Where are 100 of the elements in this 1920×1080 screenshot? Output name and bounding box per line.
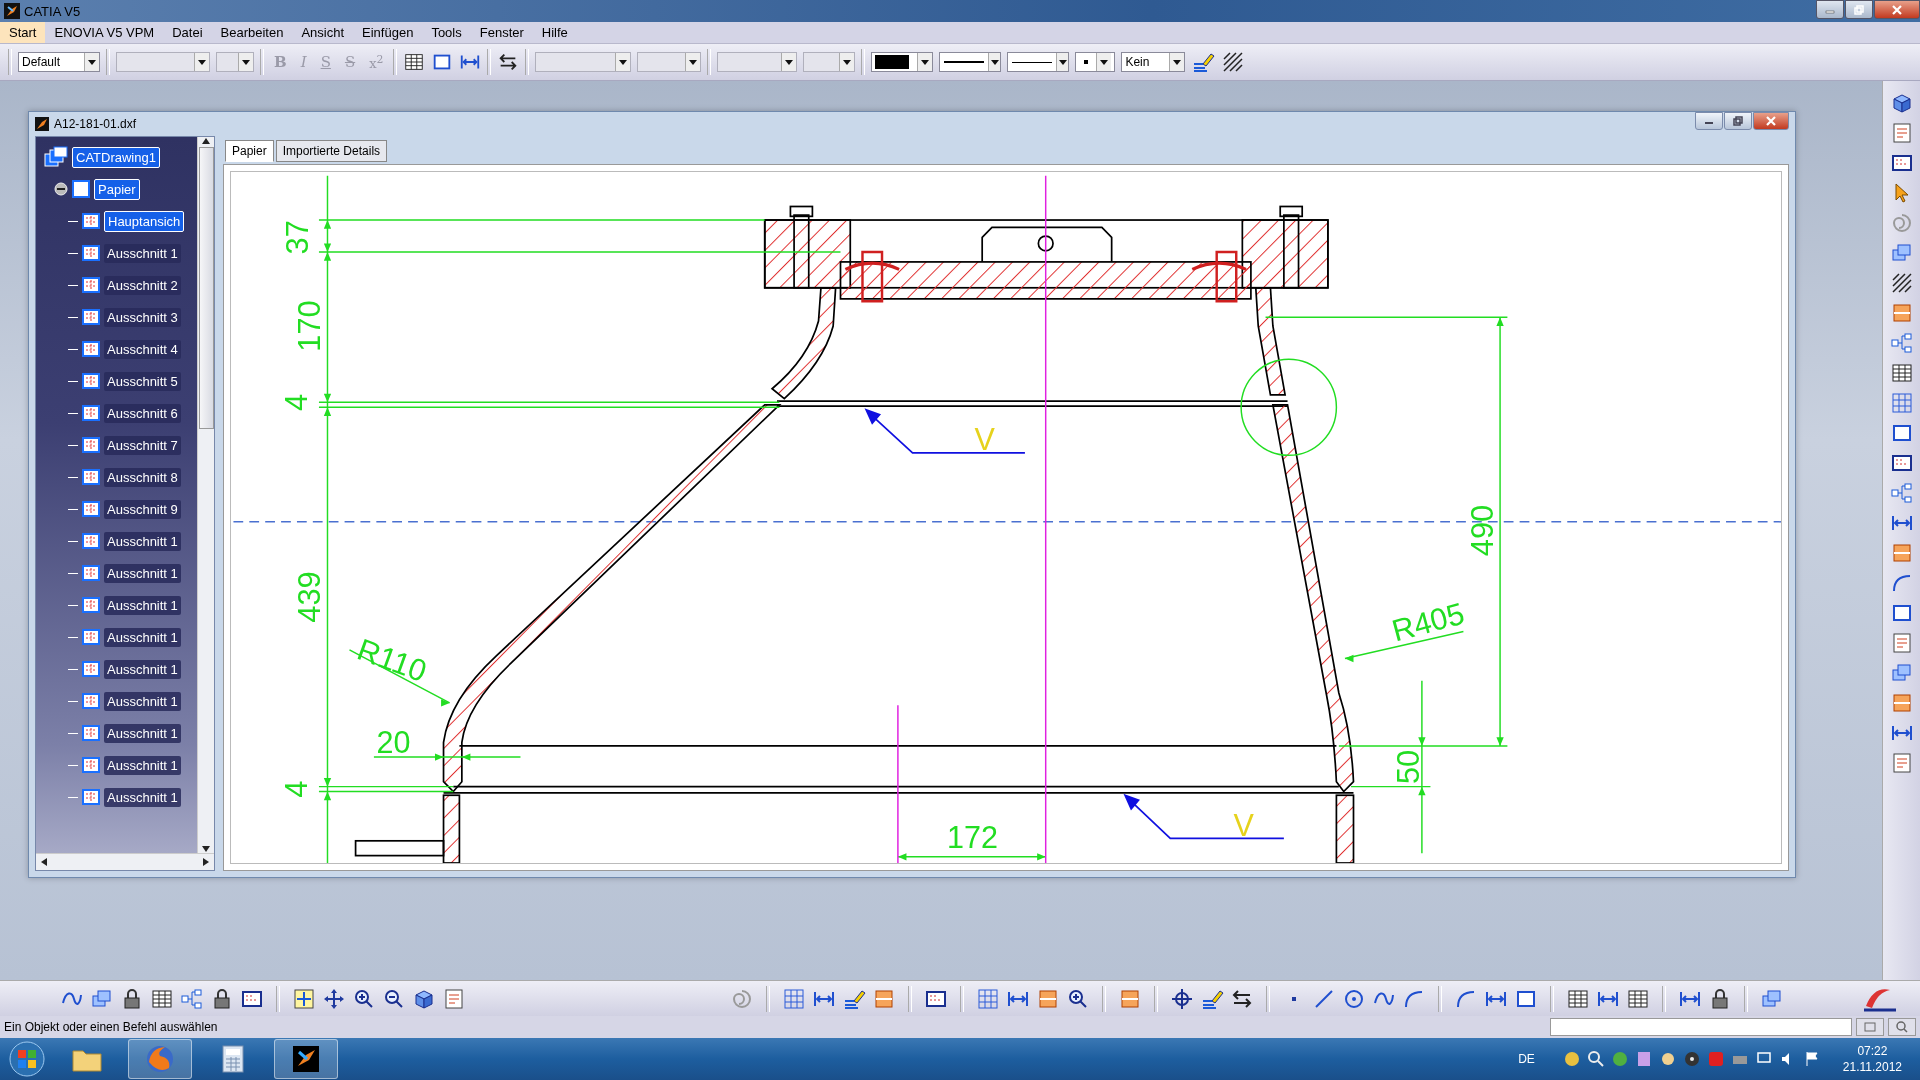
menu-item[interactable]: Tools [422,22,471,43]
sheet-tab[interactable]: Papier [225,140,274,162]
menu-item[interactable]: ENOVIA V5 VPM [45,22,164,43]
app-logo-icon [4,3,20,19]
tree-item[interactable]: Papier [94,178,140,200]
tree-item[interactable]: Ausschnitt 5 [104,371,181,391]
start-button[interactable] [8,1040,46,1078]
window-icon [1864,1022,1876,1032]
sheet-tab[interactable]: Importierte Details [275,140,388,162]
tree-item[interactable]: Ausschnitt 1 [104,659,181,679]
tree-icon[interactable] [180,986,204,1011]
table-icon[interactable] [403,51,426,73]
search-icon[interactable] [1586,1050,1605,1068]
view-icon [82,789,100,805]
dropdown-arrow-icon [843,59,852,65]
grid-icon[interactable] [782,986,806,1011]
color-combo[interactable] [871,52,934,72]
point-type-combo[interactable] [1075,52,1116,72]
minimize-button[interactable] [1695,112,1723,130]
tree-item[interactable]: CATDrawing1 [72,146,160,168]
collapse-toggle-icon[interactable] [54,182,68,196]
tree-item[interactable]: Ausschnitt 8 [104,467,181,487]
close-icon [1765,116,1777,126]
view-icon [82,533,100,549]
command-button[interactable] [1888,1018,1916,1036]
tree-item[interactable]: Ausschnitt 3 [104,307,181,327]
scroll-arrow-icon[interactable] [202,137,210,145]
tree-item[interactable]: Ausschnitt 1 [104,243,181,263]
disc-icon[interactable] [1682,1050,1701,1068]
restore-button[interactable] [1845,0,1873,19]
tree-item[interactable]: Ausschnitt 4 [104,339,181,359]
status-message: Ein Objekt oder einen Befehl auswählen [4,1020,219,1034]
dropdown-arrow-icon [242,59,250,65]
clock[interactable]: 07:22 21.11.2012 [1842,1043,1902,1075]
line-type-combo[interactable] [1007,52,1070,72]
sheet-icon[interactable] [442,986,466,1011]
restore-icon [1854,4,1864,15]
grid-icon[interactable] [1889,391,1914,415]
close-button[interactable] [1874,0,1920,19]
restore-button[interactable] [1724,112,1752,130]
tree-item[interactable]: Hauptansich [104,210,185,232]
dropdown-arrow-icon [785,59,794,65]
menu-item[interactable]: Bearbeiten [211,22,293,43]
view-icon [82,725,100,741]
menu-item[interactable]: Start [0,22,46,43]
tree-item[interactable]: Ausschnitt 1 [104,755,181,775]
tree-item[interactable]: Ausschnitt 1 [104,723,181,743]
close-button[interactable] [1753,112,1789,130]
view-icon [82,469,100,485]
menu-item[interactable]: Ansicht [292,22,354,43]
taskbar-app-button[interactable] [274,1039,338,1079]
tree-icon[interactable] [1889,331,1914,355]
sheet-icon [72,180,90,198]
browser-icon [145,1044,175,1074]
tree-item[interactable]: Ausschnitt 1 [104,595,181,615]
tree-item[interactable]: Ausschnitt 1 [104,787,181,807]
command-input-field[interactable] [1550,1018,1852,1036]
menu-item[interactable]: Einfügen [353,22,423,43]
style-combo[interactable]: Default [18,52,100,72]
tree-item[interactable]: Ausschnitt 1 [104,563,181,583]
dimension-label: R110 [353,631,432,688]
table-icon[interactable] [1889,361,1914,385]
fit-all-icon[interactable] [292,986,316,1011]
tree-item[interactable]: Ausschnitt 1 [104,691,181,711]
hatch-icon[interactable] [1221,50,1246,74]
tree-item[interactable]: Ausschnitt 7 [104,435,181,455]
menu-item[interactable]: Hilfe [532,22,577,43]
dimension-label: 4 [278,393,313,411]
font-size-combo[interactable] [216,52,254,72]
surface-finish-mark: V [1233,807,1254,842]
grid-icon[interactable] [976,986,1000,1011]
restore-icon [1733,116,1743,126]
dropdown-arrow-icon [990,59,999,65]
view-icon [82,213,100,229]
tree-icon[interactable] [1889,481,1914,505]
tree-item[interactable]: Ausschnitt 9 [104,499,181,519]
menu-item[interactable]: Fenster [470,22,533,43]
crosshair-icon[interactable] [1170,986,1194,1011]
view-icon [82,693,100,709]
dimension-label: 37 [280,220,314,255]
language-indicator[interactable]: DE [1518,1052,1535,1066]
dropdown-arrow-icon [198,59,206,65]
menu-item[interactable]: Datei [163,22,212,43]
dropdown-arrow-icon [689,59,698,65]
view-icon [82,629,100,645]
tree-item[interactable]: Ausschnitt 2 [104,275,181,295]
calculator-icon [222,1045,244,1073]
tree-item[interactable]: Ausschnitt 6 [104,403,181,423]
dropdown-arrow-icon [88,59,96,65]
drawing-file-icon [35,117,49,131]
tree-item[interactable]: Ausschnitt 1 [104,531,181,551]
dropdown-arrow-icon [1100,59,1109,65]
line-weight-combo[interactable] [939,52,1002,72]
minimize-button[interactable] [1816,0,1844,19]
fill-combo[interactable]: Kein [1121,52,1186,72]
view-icon [82,757,100,773]
tree-item[interactable]: Ausschnitt 1 [104,627,181,647]
view-icon [82,341,100,357]
scrollbar-thumb[interactable] [198,147,214,429]
scroll-arrow-icon[interactable] [40,858,48,866]
